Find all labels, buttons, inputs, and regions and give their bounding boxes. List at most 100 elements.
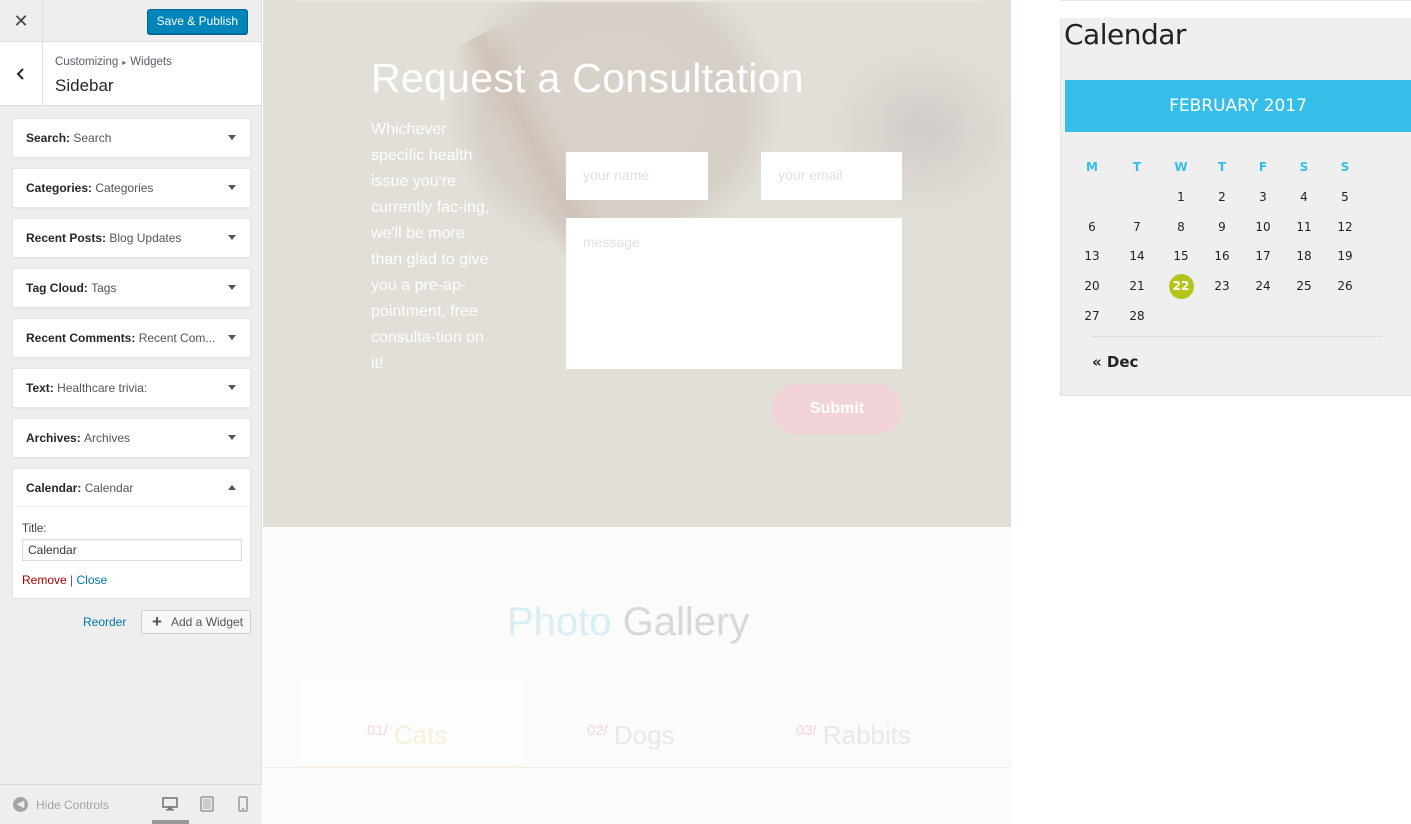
calendar-weekday: T (1217, 160, 1227, 174)
expand-arrow-icon[interactable] (228, 235, 236, 240)
widget-tag-cloud[interactable]: Tag Cloud: Tags (12, 268, 251, 308)
widget-recent-posts[interactable]: Recent Posts: Blog Updates (12, 218, 251, 258)
close-widget-link[interactable]: Close (77, 573, 108, 587)
sidebar-divider (1060, 0, 1411, 1)
calendar-widget-form: Title: Remove | Close (12, 506, 251, 599)
title-field-label: Title: (22, 523, 47, 535)
calendar-day: 5 (1341, 190, 1349, 204)
remove-widget-link[interactable]: Remove (22, 573, 67, 587)
active-device-indicator (152, 820, 189, 824)
consultation-heading: Request a Consultation (371, 55, 804, 101)
calendar-weekday: S (1340, 160, 1350, 174)
calendar-day: 28 (1129, 309, 1145, 323)
calendar-day: 17 (1255, 249, 1271, 263)
calendar-week-row: 20 21 22 23 24 25 26 (1084, 274, 1382, 299)
gallery-tab-rabbits[interactable]: 03/Rabbits (796, 720, 911, 751)
widget-title: Search (73, 131, 112, 145)
panel-title: Sidebar (55, 76, 114, 95)
widget-type: Archives (26, 431, 77, 445)
consultation-section: Request a Consultation Whichever specifi… (263, 0, 1011, 527)
widget-calendar[interactable]: Calendar: Calendar (12, 468, 251, 508)
collapse-arrow-icon[interactable] (228, 485, 236, 490)
message-field[interactable]: message (566, 218, 902, 369)
calendar-day: 3 (1259, 190, 1267, 204)
calendar-day: 20 (1084, 279, 1100, 293)
add-widget-button[interactable]: + Add a Widget (141, 610, 251, 634)
breadcrumb-root: Customizing (55, 56, 119, 68)
gallery-title-rest: Gallery (622, 600, 750, 644)
widget-actions: Remove | Close (22, 573, 107, 587)
widget-title: Blog Updates (109, 231, 182, 245)
tab-number: 01/ (367, 722, 388, 739)
calendar-week-row: 13 14 15 16 17 18 19 (1084, 249, 1382, 269)
calendar-day: 21 (1129, 279, 1145, 293)
gallery-tab-cats[interactable]: 01/Cats (367, 720, 447, 751)
mobile-preview-icon[interactable] (234, 795, 252, 813)
desktop-preview-icon[interactable] (161, 795, 179, 813)
back-button[interactable] (0, 42, 43, 106)
calendar-weekday: S (1299, 160, 1309, 174)
calendar-today: 22 (1168, 274, 1194, 299)
reorder-link[interactable]: Reorder (83, 615, 126, 629)
expand-arrow-icon[interactable] (228, 435, 236, 440)
active-tab-underline (300, 766, 523, 768)
gallery-tab-dogs[interactable]: 02/Dogs (587, 720, 675, 751)
close-icon: ✕ (13, 10, 29, 31)
add-widget-label: Add a Widget (171, 615, 244, 629)
calendar-month-header: FEBRUARY 2017 (1065, 80, 1411, 132)
site-preview: Request a Consultation Whichever specifi… (263, 0, 1411, 824)
email-field[interactable]: your email (761, 152, 902, 200)
consultation-lead-text: Whichever specific health issue you're c… (371, 121, 490, 372)
plus-icon: + (152, 612, 162, 631)
save-publish-button[interactable]: Save & Publish (146, 9, 248, 34)
calendar-day: 24 (1255, 279, 1271, 293)
tab-number: 03/ (796, 722, 817, 739)
expand-arrow-icon[interactable] (228, 135, 236, 140)
name-field[interactable]: your name (566, 152, 708, 200)
widget-archives[interactable]: Archives: Archives (12, 418, 251, 458)
calendar-day: 19 (1337, 249, 1353, 263)
background-image-shape (293, 0, 983, 2)
widget-categories[interactable]: Categories: Categories (12, 168, 251, 208)
calendar-day: 18 (1296, 249, 1312, 263)
hide-controls-button[interactable]: ◀ Hide Controls (13, 797, 109, 812)
calendar-day: 15 (1173, 249, 1189, 263)
widget-type: Text (26, 381, 50, 395)
tab-label: Dogs (613, 720, 675, 750)
previous-month-link[interactable]: « Dec (1092, 353, 1138, 371)
calendar-day: 10 (1255, 220, 1271, 234)
widget-search[interactable]: Search: Search (12, 118, 251, 158)
widget-text[interactable]: Text: Healthcare trivia: (12, 368, 251, 408)
widget-title: Archives (84, 431, 131, 445)
calendar-day: 8 (1177, 220, 1185, 234)
calendar-widget: Calendar FEBRUARY 2017 MTWTFSS1234567891… (1060, 18, 1411, 396)
customizer-footer: ◀ Hide Controls (0, 784, 262, 824)
calendar-day: 11 (1296, 220, 1312, 234)
calendar-weekday: F (1258, 160, 1268, 174)
widget-type: Categories (26, 181, 89, 195)
widget-type: Recent Posts (26, 231, 103, 245)
close-customizer-button[interactable]: ✕ (0, 0, 43, 42)
calendar-weekday: W (1174, 160, 1188, 174)
submit-button[interactable]: Submit (772, 384, 902, 434)
gallery-section (263, 527, 1011, 824)
calendar-day: 23 (1214, 279, 1230, 293)
breadcrumb-separator: ▸ (122, 58, 127, 67)
expand-arrow-icon[interactable] (228, 185, 236, 190)
calendar-divider (1092, 336, 1383, 337)
calendar-day: 26 (1337, 279, 1353, 293)
widget-type: Tag Cloud (26, 281, 84, 295)
widget-recent-comments[interactable]: Recent Comments: Recent Com... (12, 318, 251, 358)
customizer-sidebar: ✕ Save & Publish Customizing ▸ Widgets Sid… (0, 0, 262, 824)
calendar-day: 13 (1084, 249, 1100, 263)
expand-arrow-icon[interactable] (228, 285, 236, 290)
customizer-topbar: ✕ Save & Publish (0, 0, 261, 42)
widget-title-input[interactable] (22, 539, 242, 561)
widget-title: Tags (91, 281, 117, 295)
expand-arrow-icon[interactable] (228, 385, 236, 390)
calendar-weekday: T (1132, 160, 1142, 174)
widget-title: Healthcare trivia: (57, 381, 148, 395)
tablet-preview-icon[interactable] (198, 795, 216, 813)
widget-title: Calendar (84, 481, 134, 495)
expand-arrow-icon[interactable] (228, 335, 236, 340)
